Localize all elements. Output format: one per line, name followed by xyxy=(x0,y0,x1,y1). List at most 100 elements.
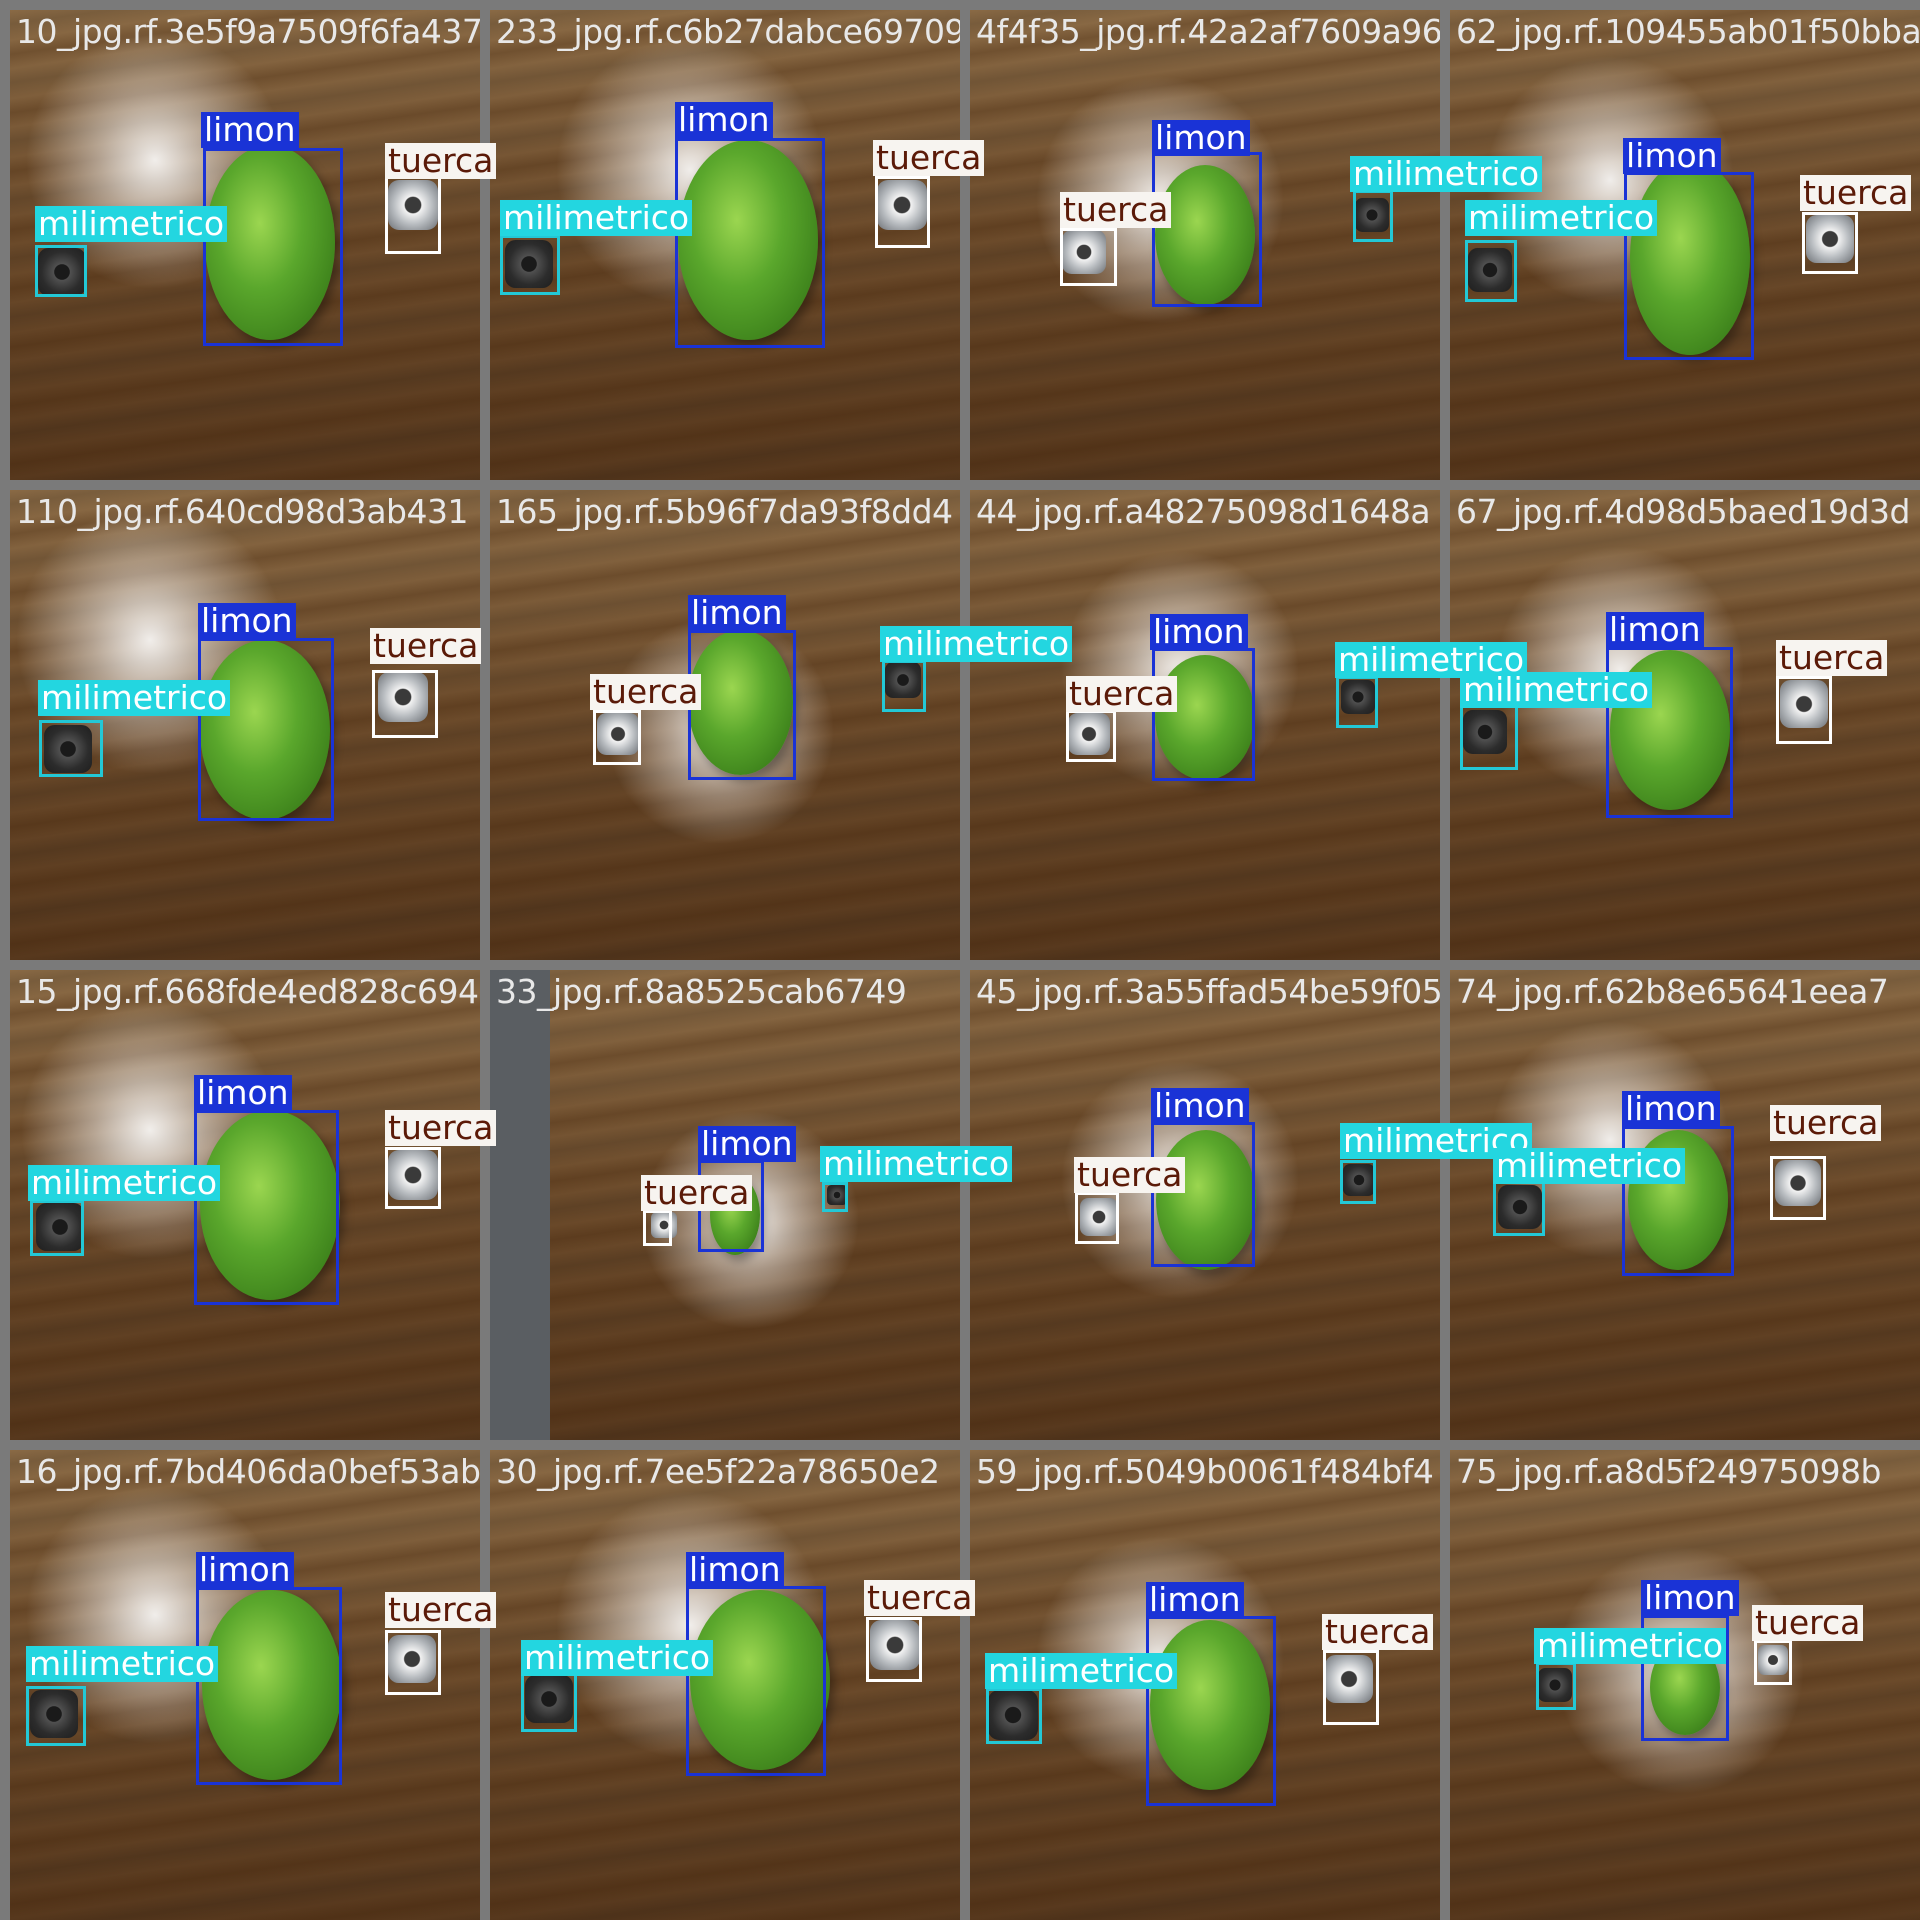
image-filename: 33_jpg.rf.8a8525cab6749 xyxy=(496,972,907,1011)
limon-bounding-box xyxy=(688,630,796,780)
image-filename: 45_jpg.rf.3a55ffad54be59f05 xyxy=(976,972,1440,1011)
image-filename: 67_jpg.rf.4d98d5baed19d3d xyxy=(1456,492,1911,531)
milimetrico-bounding-box xyxy=(30,1200,84,1256)
limon-bounding-box xyxy=(1151,1122,1255,1267)
limon-bounding-box xyxy=(675,138,825,348)
tuerca-label: tuerca xyxy=(1322,1614,1434,1650)
tuerca-label: tuerca xyxy=(1776,640,1888,676)
limon-bounding-box xyxy=(194,1110,339,1305)
limon-bounding-box xyxy=(686,1586,826,1776)
limon-bounding-box xyxy=(1146,1616,1276,1806)
limon-bounding-box xyxy=(203,148,343,346)
milimetrico-bounding-box xyxy=(1465,240,1517,302)
milimetrico-bounding-box xyxy=(1460,705,1518,770)
milimetrico-bounding-box xyxy=(1353,190,1393,242)
milimetrico-label: milimetrico xyxy=(1534,1628,1727,1664)
tuerca-bounding-box xyxy=(1075,1192,1119,1244)
limon-label: limon xyxy=(686,1552,784,1588)
limon-label: limon xyxy=(201,112,299,148)
limon-bounding-box xyxy=(196,1587,342,1785)
milimetrico-label: milimetrico xyxy=(521,1640,714,1676)
milimetrico-label: milimetrico xyxy=(38,680,231,716)
milimetrico-label: milimetrico xyxy=(985,1653,1178,1689)
milimetrico-bounding-box xyxy=(882,660,926,712)
milimetrico-label: milimetrico xyxy=(820,1146,1013,1182)
limon-label: limon xyxy=(698,1126,796,1162)
limon-bounding-box xyxy=(198,638,334,821)
milimetrico-label: milimetrico xyxy=(1350,156,1543,192)
milimetrico-label: milimetrico xyxy=(1465,200,1658,236)
milimetrico-bounding-box xyxy=(500,235,560,295)
limon-label: limon xyxy=(194,1075,292,1111)
tuerca-bounding-box xyxy=(372,670,438,738)
tuerca-label: tuerca xyxy=(1074,1157,1186,1193)
milimetrico-bounding-box xyxy=(39,720,103,777)
image-filename: 59_jpg.rf.5049b0061f484bf4 xyxy=(976,1452,1434,1491)
limon-label: limon xyxy=(1151,1088,1249,1124)
limon-label: limon xyxy=(198,603,296,639)
limon-label: limon xyxy=(196,1552,294,1588)
milimetrico-bounding-box xyxy=(1493,1180,1545,1236)
tuerca-label: tuerca xyxy=(873,140,985,176)
milimetrico-bounding-box xyxy=(822,1182,848,1212)
tuerca-label: tuerca xyxy=(1800,175,1912,211)
milimetrico-bounding-box xyxy=(1340,1160,1376,1204)
milimetrico-label: milimetrico xyxy=(35,206,228,242)
tuerca-label: tuerca xyxy=(1752,1605,1864,1641)
tuerca-label: tuerca xyxy=(641,1175,753,1211)
image-filename: 74_jpg.rf.62b8e65641eea7 xyxy=(1456,972,1889,1011)
milimetrico-label: milimetrico xyxy=(880,626,1073,662)
limon-bounding-box xyxy=(1152,152,1262,307)
image-filename: 30_jpg.rf.7ee5f22a78650e2 xyxy=(496,1452,940,1491)
limon-label: limon xyxy=(1146,1582,1244,1618)
tuerca-label: tuerca xyxy=(1066,676,1178,712)
tuerca-bounding-box xyxy=(1802,212,1858,274)
image-filename: 233_jpg.rf.c6b27dabce69709a54 xyxy=(496,12,960,51)
milimetrico-label: milimetrico xyxy=(26,1646,219,1682)
limon-label: limon xyxy=(1641,1580,1739,1616)
image-filename: 16_jpg.rf.7bd406da0bef53ab xyxy=(16,1452,480,1491)
tuerca-label: tuerca xyxy=(1060,192,1172,228)
image-filename: 4f4f35_jpg.rf.42a2af7609a9674 xyxy=(976,12,1440,51)
milimetrico-label: milimetrico xyxy=(28,1165,221,1201)
limon-label: limon xyxy=(1150,614,1248,650)
tuerca-label: tuerca xyxy=(864,1580,976,1616)
tuerca-bounding-box xyxy=(385,176,441,254)
tuerca-bounding-box xyxy=(1060,228,1117,286)
tuerca-label: tuerca xyxy=(385,143,497,179)
limon-label: limon xyxy=(688,595,786,631)
tuerca-bounding-box xyxy=(1754,1640,1792,1685)
tuerca-label: tuerca xyxy=(1770,1105,1882,1141)
milimetrico-bounding-box xyxy=(35,245,87,297)
tuerca-bounding-box xyxy=(1323,1650,1379,1725)
tuerca-bounding-box xyxy=(385,1630,441,1695)
tuerca-bounding-box xyxy=(866,1617,922,1682)
milimetrico-label: milimetrico xyxy=(1493,1148,1686,1184)
image-filename: 62_jpg.rf.109455ab01f50bbadf0 xyxy=(1456,12,1920,51)
milimetrico-label: milimetrico xyxy=(500,200,693,236)
image-filename: 75_jpg.rf.a8d5f24975098b xyxy=(1456,1452,1882,1491)
milimetrico-bounding-box xyxy=(521,1672,577,1732)
image-filename: 110_jpg.rf.640cd98d3ab431 xyxy=(16,492,468,531)
limon-label: limon xyxy=(1152,120,1250,156)
tuerca-bounding-box xyxy=(643,1210,672,1246)
tuerca-label: tuerca xyxy=(385,1592,497,1628)
image-filename: 165_jpg.rf.5b96f7da93f8dd4 xyxy=(496,492,953,531)
limon-label: limon xyxy=(1606,612,1704,648)
tuerca-bounding-box xyxy=(1776,676,1832,744)
image-filename: 44_jpg.rf.a48275098d1648a xyxy=(976,492,1431,531)
limon-label: limon xyxy=(1623,138,1721,174)
tuerca-bounding-box xyxy=(875,176,930,248)
tuerca-label: tuerca xyxy=(590,674,702,710)
detection-mosaic: 10_jpg.rf.3e5f9a7509f6fa437 233_jpg.rf.c6… xyxy=(0,0,1920,1920)
image-filename: 15_jpg.rf.668fde4ed828c694 xyxy=(16,972,479,1011)
tuerca-bounding-box xyxy=(1066,710,1116,762)
milimetrico-bounding-box xyxy=(1536,1662,1576,1710)
limon-label: limon xyxy=(1622,1091,1720,1127)
image-filename: 10_jpg.rf.3e5f9a7509f6fa437 xyxy=(16,12,480,51)
tuerca-label: tuerca xyxy=(370,628,482,664)
metal-panel xyxy=(490,970,550,1440)
tuerca-bounding-box xyxy=(385,1147,441,1209)
limon-bounding-box xyxy=(1152,648,1255,781)
milimetrico-bounding-box xyxy=(26,1686,86,1746)
